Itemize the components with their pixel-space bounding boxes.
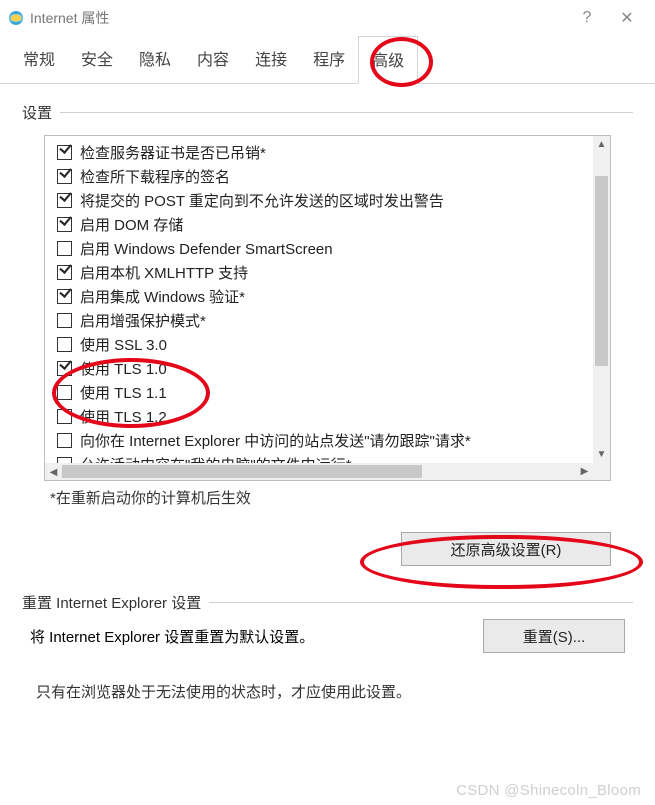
scroll-up-arrow-icon[interactable]: ▲ (593, 136, 610, 153)
settings-item[interactable]: 使用 TLS 1.1 (57, 380, 591, 404)
tab-general[interactable]: 常规 (10, 36, 68, 83)
tab-strip: 常规安全隐私内容连接程序高级 (0, 36, 655, 84)
checkbox[interactable] (57, 193, 72, 208)
checkbox[interactable] (57, 241, 72, 256)
settings-item-label: 使用 TLS 1.1 (80, 382, 167, 403)
restart-note: *在重新启动你的计算机后生效 (50, 487, 633, 508)
checkbox[interactable] (57, 433, 72, 448)
checkbox[interactable] (57, 169, 72, 184)
tab-advanced[interactable]: 高级 (358, 36, 418, 84)
checkbox[interactable] (57, 289, 72, 304)
settings-item[interactable]: 启用本机 XMLHTTP 支持 (57, 260, 591, 284)
checkbox[interactable] (57, 217, 72, 232)
settings-item-label: 使用 TLS 1.2 (80, 406, 167, 427)
settings-item[interactable]: 检查服务器证书是否已吊销* (57, 140, 591, 164)
horizontal-scroll-thumb[interactable] (62, 465, 422, 478)
settings-item[interactable]: 向你在 Internet Explorer 中访问的站点发送"请勿跟踪"请求* (57, 428, 591, 452)
scroll-corner (593, 463, 610, 480)
settings-item-label: 启用增强保护模式* (80, 310, 206, 331)
settings-item[interactable]: 使用 SSL 3.0 (57, 332, 591, 356)
window-title: Internet 属性 (30, 8, 109, 28)
checkbox[interactable] (57, 145, 72, 160)
settings-item[interactable]: 启用 DOM 存储 (57, 212, 591, 236)
settings-item[interactable]: 检查所下载程序的签名 (57, 164, 591, 188)
reset-group: 重置 Internet Explorer 设置 将 Internet Explo… (22, 592, 633, 702)
settings-group-label-text: 设置 (22, 102, 52, 123)
settings-item[interactable]: 启用 Windows Defender SmartScreen (57, 236, 591, 260)
titlebar: Internet 属性 ? ✕ (0, 0, 655, 36)
settings-item-label: 启用 Windows Defender SmartScreen (80, 238, 333, 259)
checkbox[interactable] (57, 409, 72, 424)
settings-listbox[interactable]: 检查服务器证书是否已吊销* 检查所下载程序的签名将提交的 POST 重定向到不允许… (44, 135, 611, 481)
reset-group-label: 重置 Internet Explorer 设置 (22, 592, 633, 613)
checkbox[interactable] (57, 385, 72, 400)
settings-item[interactable]: 允许活动内容在"我的电脑"的文件中运行* (57, 452, 591, 463)
checkbox[interactable] (57, 265, 72, 280)
vertical-scrollbar[interactable]: ▲ ▼ (593, 136, 610, 463)
tab-security[interactable]: 安全 (68, 36, 126, 83)
settings-item-label: 启用本机 XMLHTTP 支持 (80, 262, 248, 283)
settings-item-label: 使用 SSL 3.0 (80, 334, 167, 355)
settings-item[interactable]: 启用集成 Windows 验证* (57, 284, 591, 308)
tab-privacy[interactable]: 隐私 (126, 36, 184, 83)
group-divider (60, 112, 633, 113)
settings-item-label: 启用集成 Windows 验证* (80, 286, 245, 307)
settings-item[interactable]: 启用增强保护模式* (57, 308, 591, 332)
settings-item-label: 向你在 Internet Explorer 中访问的站点发送"请勿跟踪"请求* (80, 430, 471, 451)
settings-item-label: 将提交的 POST 重定向到不允许发送的区域时发出警告 (80, 190, 444, 211)
settings-item[interactable]: 将提交的 POST 重定向到不允许发送的区域时发出警告 (57, 188, 591, 212)
settings-item[interactable]: 使用 TLS 1.2 (57, 404, 591, 428)
app-icon (8, 10, 24, 26)
settings-item-label: 启用 DOM 存储 (80, 214, 183, 235)
settings-item-label: 使用 TLS 1.0 (80, 358, 167, 379)
settings-item-label: 允许活动内容在"我的电脑"的文件中运行* (80, 454, 352, 464)
help-button[interactable]: ? (567, 0, 607, 36)
close-button[interactable]: ✕ (607, 0, 647, 36)
checkbox[interactable] (57, 361, 72, 376)
reset-button[interactable]: 重置(S)... (483, 619, 625, 653)
scroll-left-arrow-icon[interactable]: ◀ (45, 464, 62, 481)
reset-note: 只有在浏览器处于无法使用的状态时，才应使用此设置。 (36, 681, 633, 702)
reset-description: 将 Internet Explorer 设置重置为默认设置。 (30, 626, 483, 647)
settings-item[interactable]: 使用 TLS 1.0 (57, 356, 591, 380)
horizontal-scrollbar[interactable]: ◀ ▶ (45, 463, 593, 480)
settings-item-label: 检查服务器证书是否已吊销* (80, 142, 266, 163)
vertical-scroll-thumb[interactable] (595, 176, 608, 366)
tab-content[interactable]: 内容 (184, 36, 242, 83)
settings-item-label: 检查所下载程序的签名 (80, 166, 230, 187)
checkbox[interactable] (57, 313, 72, 328)
group-divider (209, 602, 633, 603)
watermark: CSDN @Shinecoln_Bloom (456, 782, 641, 799)
checkbox[interactable] (57, 337, 72, 352)
tab-connections[interactable]: 连接 (242, 36, 300, 83)
settings-group: 设置 检查服务器证书是否已吊销* 检查所下载程序的签名将提交的 POST 重定向到… (22, 102, 633, 584)
settings-group-label: 设置 (22, 102, 633, 123)
tab-programs[interactable]: 程序 (300, 36, 358, 83)
scroll-down-arrow-icon[interactable]: ▼ (593, 446, 610, 463)
reset-group-label-text: 重置 Internet Explorer 设置 (22, 592, 201, 613)
restore-defaults-button[interactable]: 还原高级设置(R) (401, 532, 611, 566)
scroll-right-arrow-icon[interactable]: ▶ (576, 463, 593, 480)
